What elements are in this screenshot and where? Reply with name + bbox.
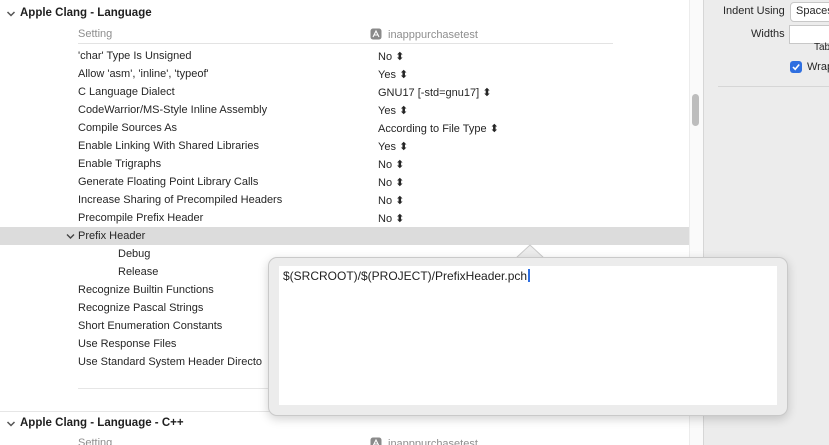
setting-value-popup[interactable]: Yes ⬍ — [378, 140, 408, 153]
target-name: inapppurchasetest — [388, 29, 478, 41]
tab-label: Tab — [814, 42, 829, 53]
wrap-label: Wrap — [807, 61, 829, 73]
setting-name: Compile Sources As — [78, 122, 178, 134]
popover-arrow-icon — [516, 244, 544, 258]
column-header: Setting inapppurchasetest — [78, 434, 613, 445]
setting-value-popup[interactable]: No ⬍ — [378, 176, 404, 189]
indent-using-label: Indent Using — [723, 5, 785, 17]
prefix-header-popover: $(SRCROOT)/$(PROJECT)/PrefixHeader.pch — [268, 257, 788, 416]
prefix-header-path-text[interactable]: $(SRCROOT)/$(PROJECT)/PrefixHeader.pch — [283, 269, 531, 283]
disclosure-expanded-icon[interactable] — [66, 232, 75, 241]
target-app-icon — [370, 437, 382, 445]
scrollbar-thumb[interactable] — [692, 94, 699, 126]
prefix-header-text-editor[interactable]: $(SRCROOT)/$(PROJECT)/PrefixHeader.pch — [279, 266, 777, 405]
setting-name: Recognize Pascal Strings — [78, 302, 204, 314]
setting-name: Generate Floating Point Library Calls — [78, 176, 259, 188]
setting-name: Enable Linking With Shared Libraries — [78, 140, 259, 152]
setting-name: C Language Dialect — [78, 86, 175, 98]
setting-name: Use Response Files — [78, 338, 177, 350]
column-target: inapppurchasetest — [370, 28, 478, 41]
setting-row-enable-trigraphs[interactable]: Enable Trigraphs No ⬍ — [0, 155, 689, 173]
setting-name: Use Standard System Header Directo — [78, 356, 263, 368]
setting-name: Prefix Header — [78, 230, 146, 242]
setting-name: Short Enumeration Constants — [78, 320, 223, 332]
setting-value-popup[interactable]: Yes ⬍ — [378, 104, 408, 117]
setting-row-prefix-header[interactable]: Prefix Header — [0, 227, 689, 245]
setting-name: Allow 'asm', 'inline', 'typeof' — [78, 68, 209, 80]
setting-name: CodeWarrior/MS-Style Inline Assembly — [78, 104, 268, 116]
setting-name: 'char' Type Is Unsigned — [78, 50, 192, 62]
setting-name: Recognize Builtin Functions — [78, 284, 214, 296]
wrap-lines-checkbox[interactable] — [790, 61, 802, 73]
setting-row-increase-sharing-precompiled-headers[interactable]: Increase Sharing of Precompiled Headers … — [0, 191, 689, 209]
setting-value-popup[interactable]: Yes ⬍ — [378, 68, 408, 81]
indent-using-value: Spaces — [796, 5, 829, 17]
setting-row-floating-point-library-calls[interactable]: Generate Floating Point Library Calls No… — [0, 173, 689, 191]
configuration-name: Release — [118, 266, 159, 278]
column-setting-label: Setting — [78, 437, 113, 445]
text-caret — [528, 269, 531, 282]
setting-value-popup[interactable]: GNU17 [-std=gnu17] ⬍ — [378, 86, 491, 99]
column-target: inapppurchasetest — [370, 437, 478, 445]
configuration-name: Debug — [118, 248, 151, 260]
prefix-header-path-value: $(SRCROOT)/$(PROJECT)/PrefixHeader.pch — [283, 269, 528, 283]
setting-row-codewarrior-inline-assembly[interactable]: CodeWarrior/MS-Style Inline Assembly Yes… — [0, 101, 689, 119]
setting-value-popup[interactable]: No ⬍ — [378, 158, 404, 171]
setting-row-char-unsigned[interactable]: 'char' Type Is Unsigned No ⬍ — [0, 47, 689, 65]
section-title: Apple Clang - Language - C++ — [20, 417, 184, 429]
section-header-apple-clang-language[interactable]: Apple Clang - Language — [0, 2, 689, 26]
chevron-down-icon[interactable] — [6, 9, 16, 19]
chevron-down-icon[interactable] — [6, 419, 16, 429]
column-header: Setting inapppurchasetest — [78, 25, 613, 44]
setting-row-allow-asm[interactable]: Allow 'asm', 'inline', 'typeof' Yes ⬍ — [0, 65, 689, 83]
setting-row-enable-linking-shared-libraries[interactable]: Enable Linking With Shared Libraries Yes… — [0, 137, 689, 155]
setting-value-popup[interactable]: According to File Type ⬍ — [378, 122, 499, 135]
column-setting-label: Setting — [78, 28, 113, 40]
setting-name: Increase Sharing of Precompiled Headers — [78, 194, 283, 206]
target-app-icon — [370, 28, 382, 40]
setting-value-popup[interactable]: No ⬍ — [378, 50, 404, 63]
setting-row-precompile-prefix-header[interactable]: Precompile Prefix Header No ⬍ — [0, 209, 689, 227]
setting-name: Enable Trigraphs — [78, 158, 162, 170]
setting-row-compile-sources-as[interactable]: Compile Sources As According to File Typ… — [0, 119, 689, 137]
target-name: inapppurchasetest — [388, 438, 478, 445]
setting-name: Precompile Prefix Header — [78, 212, 204, 224]
setting-value-popup[interactable]: No ⬍ — [378, 212, 404, 225]
setting-value-popup[interactable]: No ⬍ — [378, 194, 404, 207]
indent-using-popup[interactable]: Spaces — [790, 2, 829, 22]
widths-label: Widths — [751, 28, 785, 40]
setting-row-c-language-dialect[interactable]: C Language Dialect GNU17 [-std=gnu17] ⬍ — [0, 83, 689, 101]
checkmark-icon — [792, 63, 800, 71]
inspector-separator — [718, 86, 829, 87]
section-title: Apple Clang - Language — [20, 7, 152, 19]
